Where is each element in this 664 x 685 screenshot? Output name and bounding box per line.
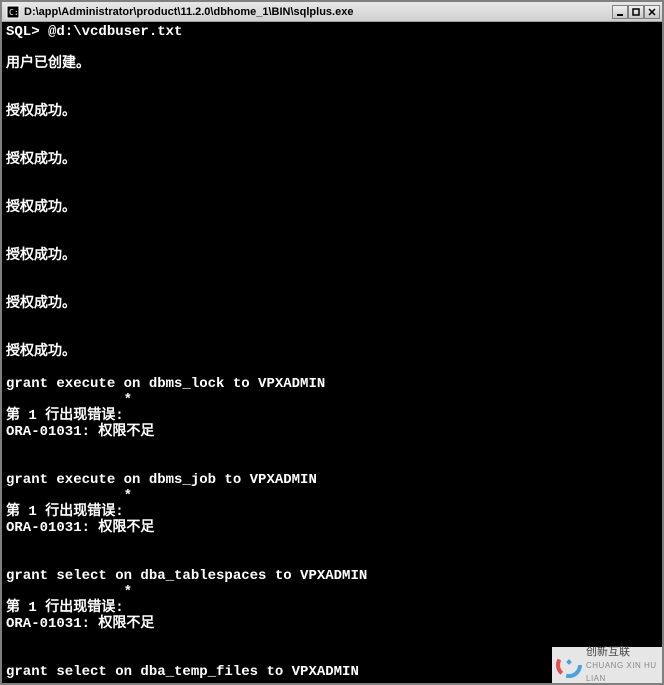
terminal-line (6, 264, 658, 280)
window-frame: C: D:\app\Administrator\product\11.2.0\d… (0, 0, 664, 685)
terminal-line: * (6, 392, 658, 408)
terminal-line (6, 440, 658, 456)
svg-text:C:: C: (9, 8, 19, 17)
terminal-line (6, 552, 658, 568)
terminal-line: 授权成功。 (6, 152, 658, 168)
terminal-line: 第 1 行出现错误: (6, 600, 658, 616)
terminal-line: ORA-01031: 权限不足 (6, 424, 658, 440)
terminal-output[interactable]: SQL> @d:\vcdbuser.txt 用户已创建。 授权成功。 授权成功。… (2, 22, 662, 683)
terminal-line (6, 280, 658, 296)
terminal-line: ORA-01031: 权限不足 (6, 616, 658, 632)
terminal-line (6, 120, 658, 136)
terminal-line (6, 216, 658, 232)
terminal-line (6, 40, 658, 56)
terminal-line: * (6, 488, 658, 504)
terminal-line (6, 360, 658, 376)
terminal-line: 用户已创建。 (6, 56, 658, 72)
close-button[interactable] (644, 5, 660, 19)
watermark-text: 创新互联 CHUANG XIN HU LIAN (586, 646, 658, 685)
terminal-line: 授权成功。 (6, 200, 658, 216)
terminal-line: 授权成功。 (6, 104, 658, 120)
terminal-line (6, 72, 658, 88)
terminal-line (6, 456, 658, 472)
terminal-line: SQL> @d:\vcdbuser.txt (6, 24, 658, 40)
watermark: 创新互联 CHUANG XIN HU LIAN (552, 647, 662, 683)
minimize-button[interactable] (612, 5, 628, 19)
watermark-sub: CHUANG XIN HU LIAN (586, 659, 658, 685)
terminal-line: ORA-01031: 权限不足 (6, 520, 658, 536)
window-controls (612, 5, 660, 19)
terminal-line (6, 632, 658, 648)
maximize-button[interactable] (628, 5, 644, 19)
terminal-line (6, 168, 658, 184)
terminal-line: grant select on dba_tablespaces to VPXAD… (6, 568, 658, 584)
titlebar[interactable]: C: D:\app\Administrator\product\11.2.0\d… (2, 2, 662, 22)
terminal-line: grant execute on dbms_lock to VPXADMIN (6, 376, 658, 392)
terminal-line (6, 88, 658, 104)
terminal-line (6, 536, 658, 552)
watermark-logo-icon (556, 652, 582, 678)
terminal-line: 授权成功。 (6, 248, 658, 264)
terminal-line (6, 312, 658, 328)
terminal-line: grant execute on dbms_job to VPXADMIN (6, 472, 658, 488)
terminal-line: 授权成功。 (6, 296, 658, 312)
terminal-line (6, 328, 658, 344)
watermark-main: 创新互联 (586, 646, 658, 659)
terminal-line: 第 1 行出现错误: (6, 408, 658, 424)
terminal-line (6, 184, 658, 200)
terminal-line (6, 136, 658, 152)
terminal-line: 第 1 行出现错误: (6, 504, 658, 520)
app-icon: C: (6, 5, 20, 19)
window-title: D:\app\Administrator\product\11.2.0\dbho… (24, 6, 612, 18)
terminal-line: 授权成功。 (6, 344, 658, 360)
terminal-line: * (6, 584, 658, 600)
terminal-line (6, 232, 658, 248)
